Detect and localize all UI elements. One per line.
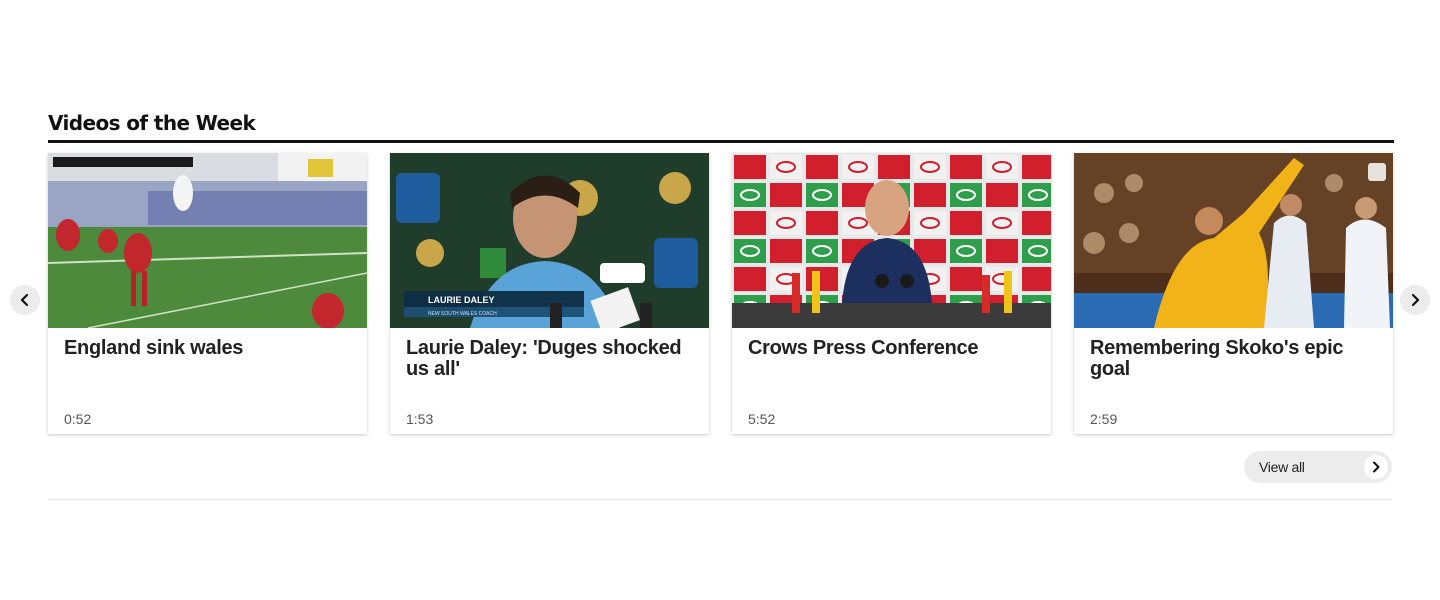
video-duration: 5:52 — [748, 411, 776, 427]
svg-text:LAURIE DALEY: LAURIE DALEY — [428, 295, 495, 305]
video-thumbnail-press-conference[interactable] — [732, 153, 1051, 328]
video-duration: 1:53 — [406, 411, 434, 427]
video-carousel: England sink wales 0:52 LAURIE DALEY NEW… — [48, 153, 1393, 434]
video-card[interactable]: Crows Press Conference 5:52 — [732, 153, 1051, 434]
section-header: Videos of the Week — [48, 108, 1394, 143]
video-duration: 2:59 — [1090, 411, 1118, 427]
video-thumbnail-rugby[interactable] — [48, 153, 367, 328]
carousel-next-button[interactable] — [1400, 285, 1430, 315]
video-duration: 0:52 — [64, 411, 92, 427]
video-card[interactable]: England sink wales 0:52 — [48, 153, 367, 434]
carousel-prev-button[interactable] — [10, 285, 40, 315]
section-divider — [48, 499, 1392, 500]
video-title[interactable]: Laurie Daley: 'Duges shocked us all' — [406, 338, 695, 380]
svg-text:NEW SOUTH WALES COACH: NEW SOUTH WALES COACH — [428, 311, 497, 317]
view-all-button[interactable]: View all — [1244, 451, 1392, 483]
video-title[interactable]: Remembering Skoko's epic goal — [1090, 338, 1379, 380]
view-all-label: View all — [1259, 459, 1305, 475]
video-title[interactable]: England sink wales — [64, 338, 353, 359]
video-title[interactable]: Crows Press Conference — [748, 338, 1037, 359]
video-card[interactable]: Remembering Skoko's epic goal 2:59 — [1074, 153, 1393, 434]
video-card[interactable]: LAURIE DALEY NEW SOUTH WALES COACH Lauri… — [390, 153, 709, 434]
view-all-arrow — [1364, 455, 1388, 479]
video-thumbnail-interview[interactable]: LAURIE DALEY NEW SOUTH WALES COACH — [390, 153, 709, 328]
chevron-right-icon — [1411, 293, 1420, 307]
title-divider — [48, 140, 1394, 143]
chevron-left-icon — [20, 293, 29, 307]
video-thumbnail-soccer[interactable] — [1074, 153, 1393, 328]
chevron-right-icon — [1373, 461, 1380, 473]
section-title: Videos of the Week — [48, 111, 256, 135]
